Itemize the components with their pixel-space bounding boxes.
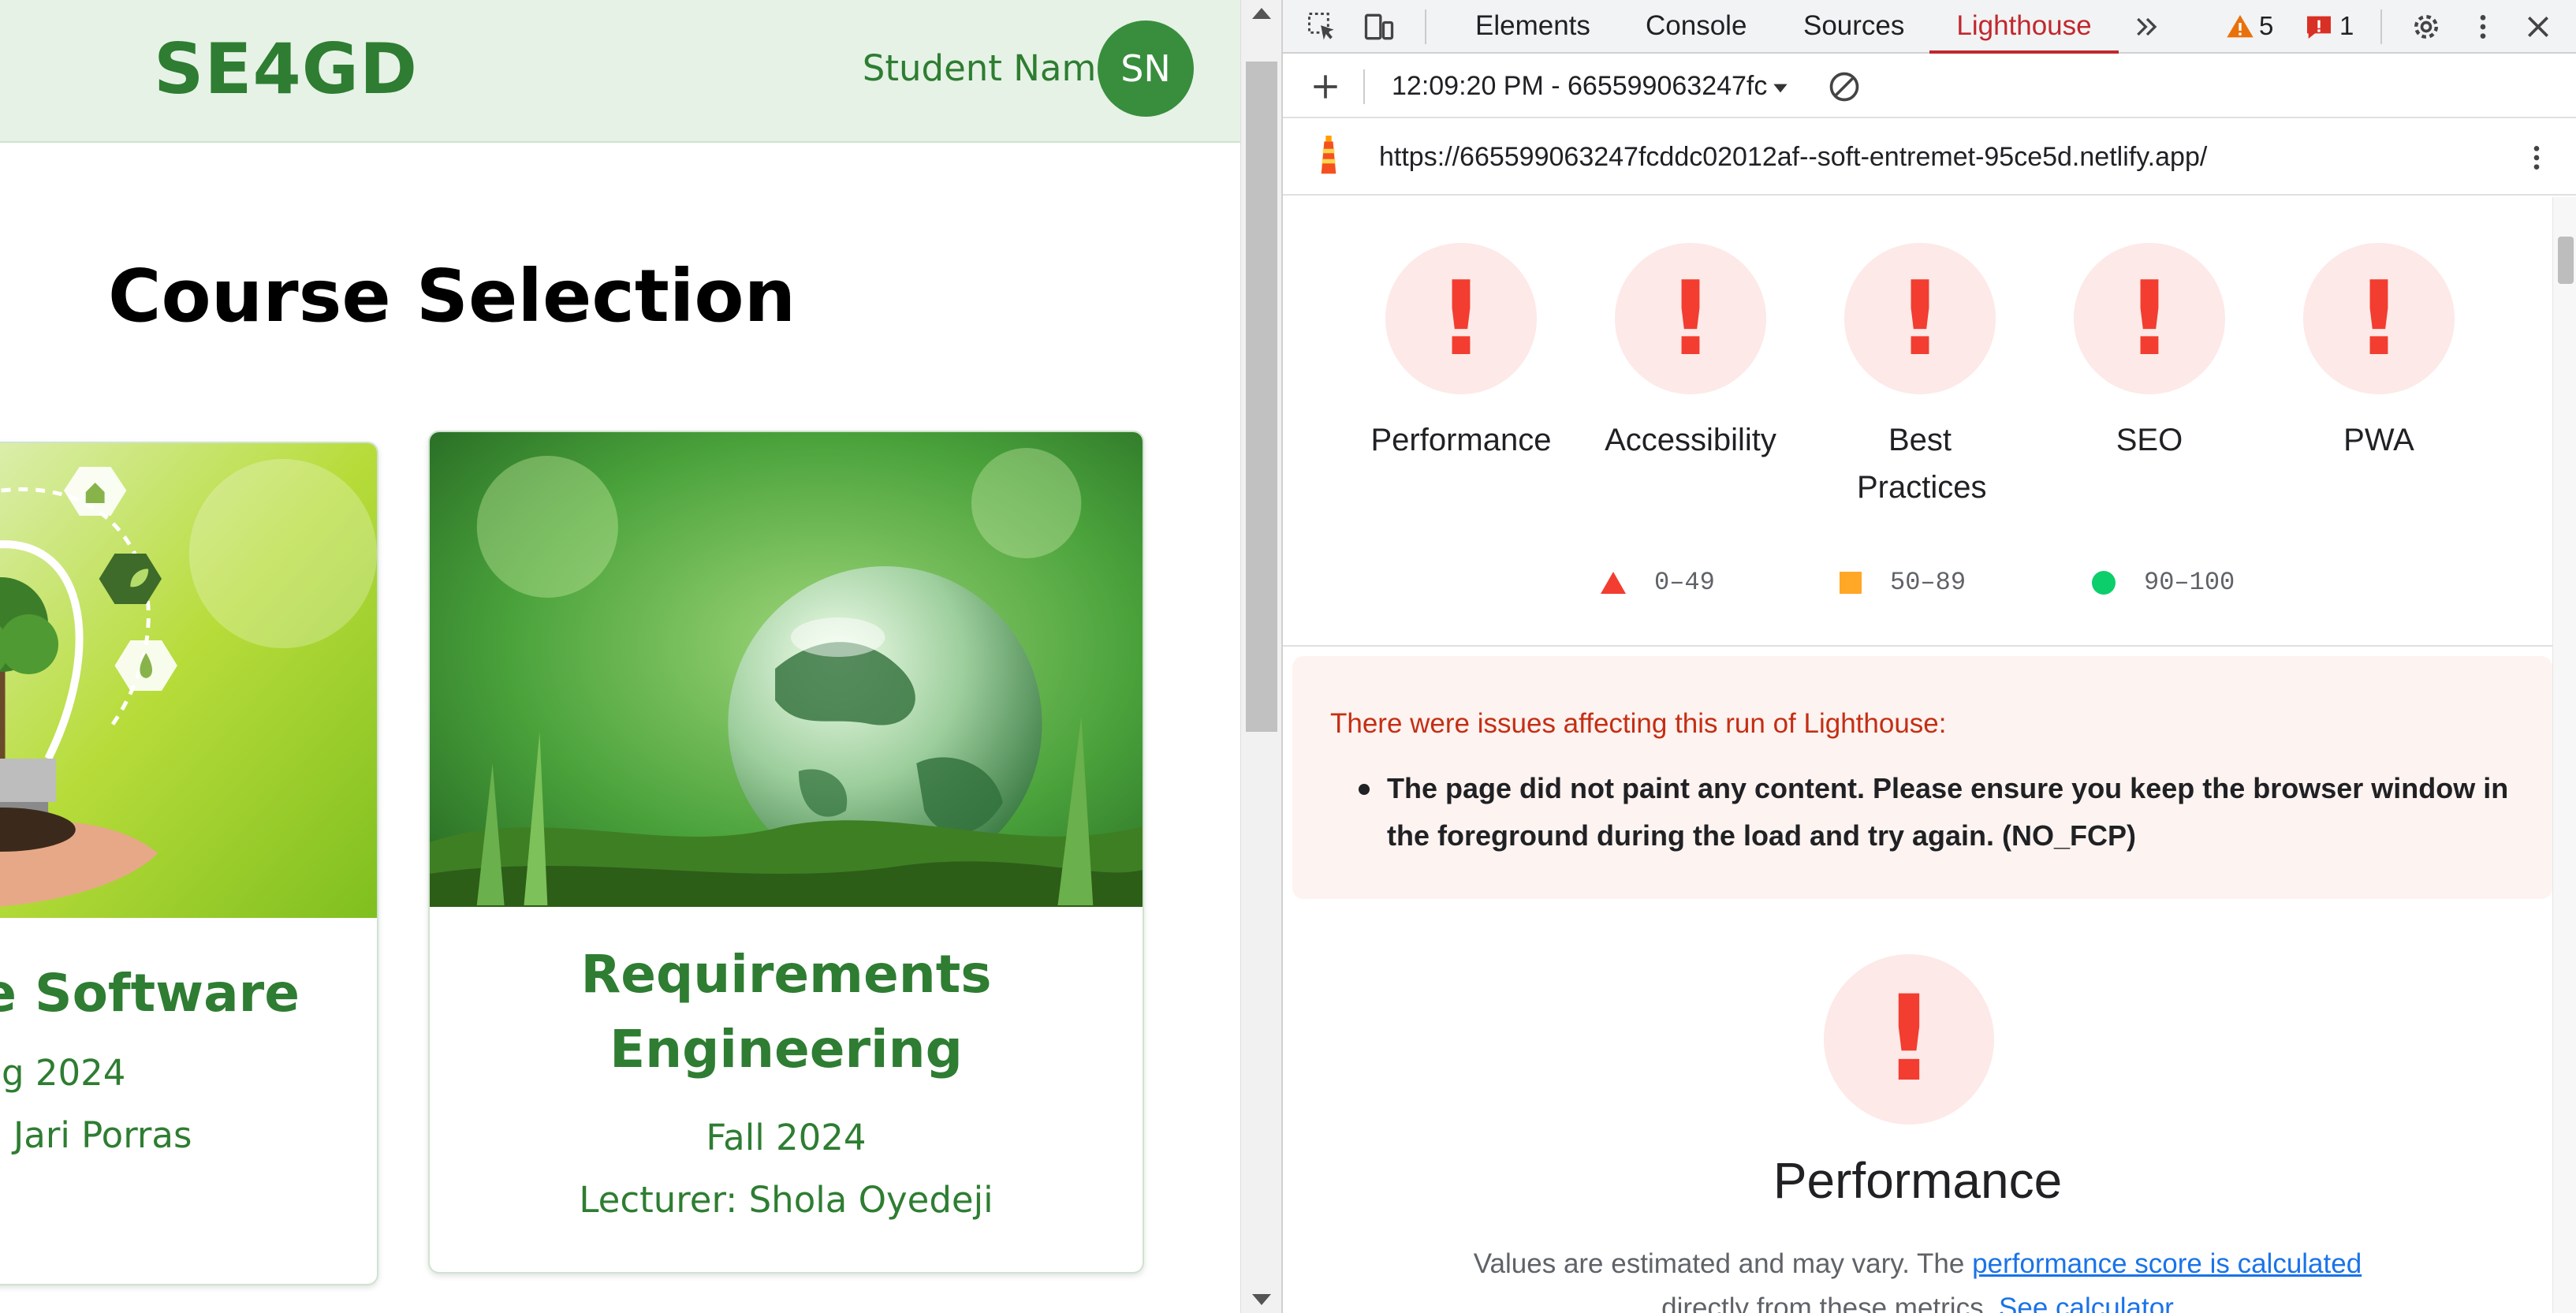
performance-gauge[interactable]: ! xyxy=(1824,954,1994,1125)
course-season: Fall 2024 xyxy=(706,1117,867,1158)
gauge-label: SEO xyxy=(2116,423,2183,457)
legend-fail: 0–49 xyxy=(1601,568,1715,597)
legend-label: 90–100 xyxy=(2144,568,2235,597)
divider xyxy=(1283,645,2552,647)
legend-pass: 90–100 xyxy=(2092,568,2235,597)
kebab-menu-icon[interactable] xyxy=(2464,8,2502,46)
more-tabs-icon[interactable] xyxy=(2128,8,2166,46)
square-icon xyxy=(1840,571,1862,594)
warning-title: There were issues affecting this run of … xyxy=(1330,708,1947,739)
devtools-panel: Elements Console Sources Lighthouse 5 1 xyxy=(1281,0,2576,1313)
error-mark-icon: ! xyxy=(2355,259,2403,379)
avatar[interactable]: SN xyxy=(1098,21,1194,117)
course-season: g 2024 xyxy=(2,1052,126,1094)
scroll-up-icon[interactable] xyxy=(1252,8,1271,19)
gauge-seo[interactable]: ! SEO xyxy=(2055,243,2244,464)
legend-label: 0–49 xyxy=(1654,568,1715,597)
page-scrollbar-thumb[interactable] xyxy=(1246,62,1277,732)
legend-average: 50–89 xyxy=(1840,568,1966,597)
gauge-label: PWA xyxy=(2343,423,2414,457)
error-mark-icon: ! xyxy=(1437,259,1485,379)
warnings-count[interactable]: 5 xyxy=(2259,11,2273,41)
tab-lighthouse[interactable]: Lighthouse xyxy=(1929,0,2119,54)
course-card[interactable]: le Software g 2024 Jari Porras xyxy=(0,442,378,1285)
score-gauge: ! xyxy=(1844,243,1996,394)
web-page: SE4GD Student Name SN Course Selection S… xyxy=(0,0,1240,1313)
settings-icon[interactable] xyxy=(2407,8,2445,46)
course-card[interactable]: Requirements Engineering Fall 2024 Lectu… xyxy=(428,431,1144,1274)
gauge-accessibility[interactable]: ! Accessibility xyxy=(1596,243,1785,464)
warning-item: The page did not paint any content. Plea… xyxy=(1359,765,2522,860)
triangle-icon xyxy=(1601,571,1626,594)
course-lecturer: Lecturer: Shola Oyedeji xyxy=(579,1179,993,1221)
note-text: directly from these metrics. xyxy=(1661,1292,2000,1313)
score-calculation-link[interactable]: performance score is calculated xyxy=(1972,1248,2362,1279)
device-toolbar-icon[interactable] xyxy=(1360,8,1398,46)
course-lecturer: Jari Porras xyxy=(13,1114,192,1156)
page-title: Course Selection xyxy=(108,254,796,338)
course-image-lightbulb xyxy=(0,443,377,918)
dropdown-icon[interactable] xyxy=(1769,69,1792,107)
clear-icon[interactable] xyxy=(1825,68,1863,106)
report-url-bar: https://665599063247fcddc02012af--soft-e… xyxy=(1283,120,2576,196)
gauge-label: Performance xyxy=(1370,423,1552,457)
see-calculator-link[interactable]: See calculator xyxy=(1999,1292,2174,1313)
error-mark-icon: ! xyxy=(1881,971,1937,1108)
score-legend: 0–49 50–89 90–100 xyxy=(1283,568,2552,615)
page-scrollbar[interactable] xyxy=(1240,0,1281,1313)
lighthouse-icon xyxy=(1310,136,1348,175)
gauge-best-practices[interactable]: ! Best Practices xyxy=(1825,243,2015,511)
score-gauge: ! xyxy=(1385,243,1537,394)
inspect-icon[interactable] xyxy=(1303,8,1341,46)
error-mark-icon: ! xyxy=(1896,259,1944,379)
circle-icon xyxy=(2092,570,2116,595)
site-logo[interactable]: SE4GD xyxy=(154,28,418,110)
student-name: Student Name xyxy=(862,47,1118,89)
warning-icon[interactable] xyxy=(2221,8,2259,46)
plus-icon[interactable] xyxy=(1307,68,1344,106)
run-warnings: There were issues affecting this run of … xyxy=(1292,656,2552,899)
site-header: SE4GD Student Name SN xyxy=(0,0,1240,143)
legend-label: 50–89 xyxy=(1890,568,1966,597)
devtools-scrollbar-thumb[interactable] xyxy=(2558,237,2574,284)
errors-count[interactable]: 1 xyxy=(2339,11,2354,41)
error-mark-icon: ! xyxy=(2126,259,2173,379)
score-gauge: ! xyxy=(2074,243,2225,394)
score-gauge: ! xyxy=(1615,243,1766,394)
course-title: le Software xyxy=(0,963,300,1024)
devtools-scrollbar[interactable] xyxy=(2552,197,2576,1313)
gauge-label: Accessibility xyxy=(1605,423,1776,457)
lighthouse-report: ! Performance ! Accessibility ! Best Pra… xyxy=(1283,197,2552,1313)
gauge-label: Best Practices xyxy=(1857,423,1987,505)
score-gauge: ! xyxy=(2303,243,2455,394)
scroll-down-icon[interactable] xyxy=(1252,1294,1271,1305)
course-title-line2: Engineering xyxy=(610,1019,963,1080)
course-title-line1: Requirements xyxy=(580,944,992,1005)
report-url[interactable]: https://665599063247fcddc02012af--soft-e… xyxy=(1379,142,2207,173)
performance-note: Values are estimated and may vary. The p… xyxy=(1283,1242,2552,1313)
error-mark-icon: ! xyxy=(1667,259,1714,379)
gauge-performance[interactable]: ! Performance xyxy=(1366,243,1556,464)
performance-title: Performance xyxy=(1773,1152,2063,1209)
lighthouse-toolbar: 12:09:20 PM - 665599063247fc xyxy=(1283,55,2576,118)
report-selector[interactable]: 12:09:20 PM - 665599063247fc xyxy=(1392,71,1767,102)
note-text: Values are estimated and may vary. The xyxy=(1473,1248,1973,1279)
gauge-pwa[interactable]: ! PWA xyxy=(2284,243,2473,464)
course-image-globe xyxy=(430,432,1143,907)
error-icon[interactable] xyxy=(2300,8,2338,46)
tab-elements[interactable]: Elements xyxy=(1475,0,1590,54)
close-icon[interactable] xyxy=(2519,8,2557,46)
report-menu-icon[interactable] xyxy=(2518,139,2555,177)
tab-sources[interactable]: Sources xyxy=(1803,0,1904,54)
devtools-tabbar: Elements Console Sources Lighthouse 5 1 xyxy=(1283,0,2576,54)
tab-console[interactable]: Console xyxy=(1646,0,1747,54)
